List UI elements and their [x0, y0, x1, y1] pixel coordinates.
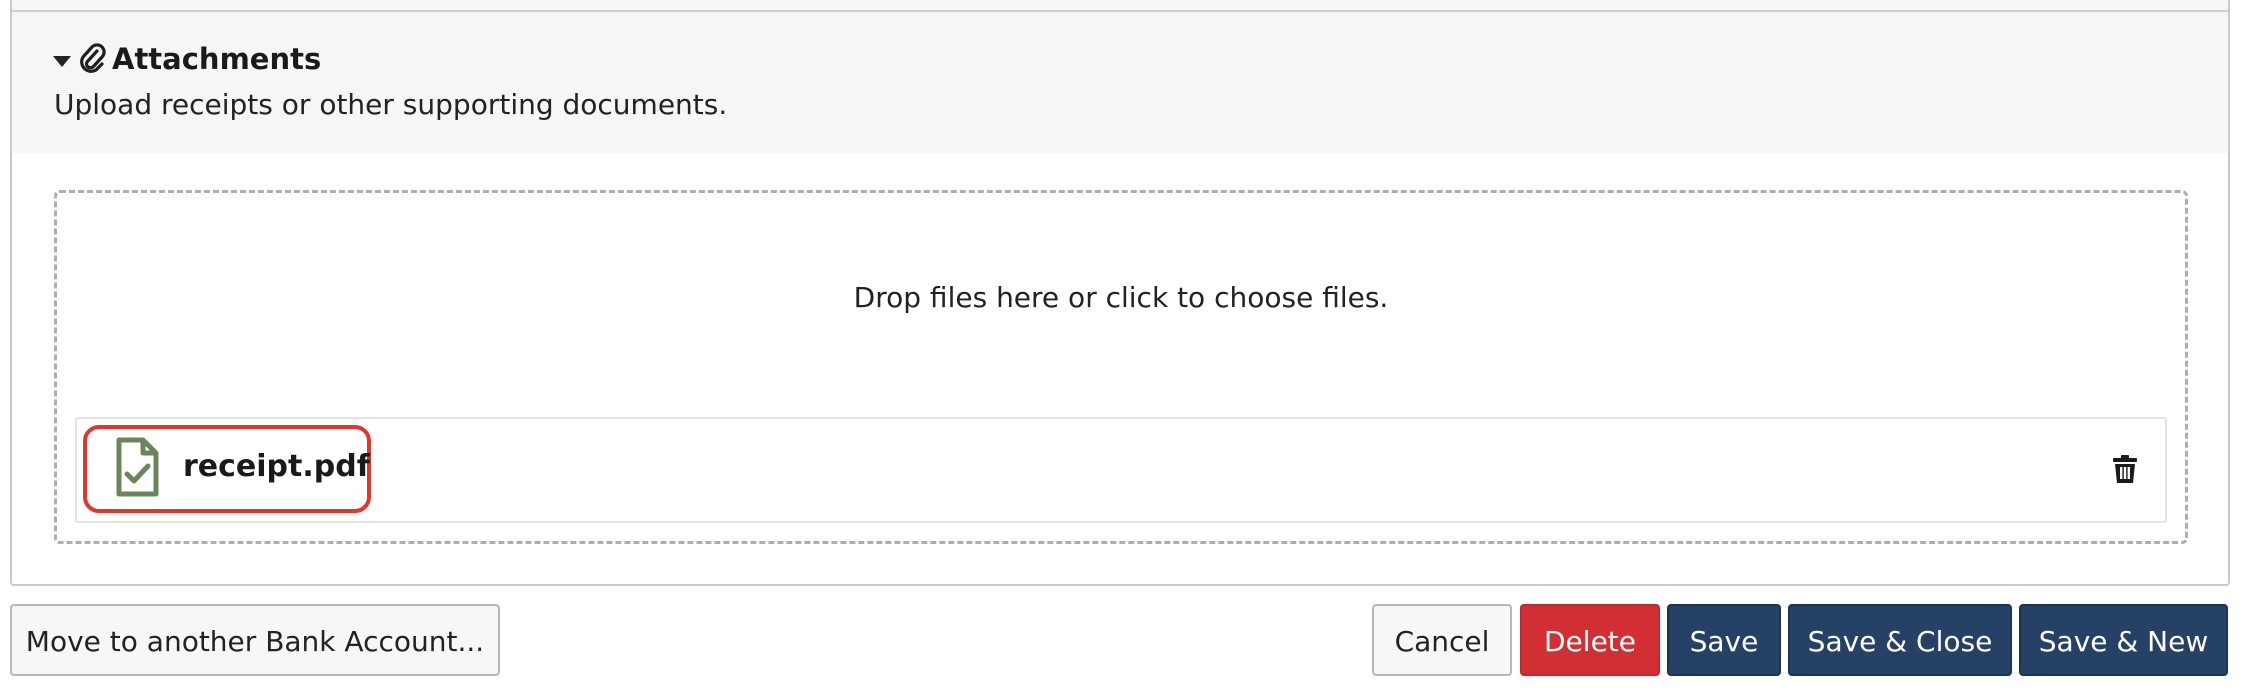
dropzone-text: Drop files here or click to choose files…	[853, 281, 1389, 314]
save-button[interactable]: Save	[1667, 604, 1781, 676]
move-bank-account-button[interactable]: Move to another Bank Account...	[10, 604, 500, 676]
file-dropzone[interactable]: Drop files here or click to choose files…	[54, 190, 2188, 544]
save-new-button[interactable]: Save & New	[2019, 604, 2228, 676]
file-check-icon	[116, 437, 159, 497]
file-name[interactable]: receipt.pdf	[183, 449, 370, 485]
attachments-description: Upload receipts or other supporting docu…	[54, 88, 728, 121]
section-divider	[12, 10, 2228, 12]
save-close-button[interactable]: Save & Close	[1788, 604, 2012, 676]
delete-button[interactable]: Delete	[1520, 604, 1660, 676]
attachment-file-row: receipt.pdf	[75, 417, 2167, 523]
attachments-header[interactable]: Attachments Upload receipts or other sup…	[12, 0, 2228, 153]
cancel-button[interactable]: Cancel	[1372, 604, 1512, 676]
paperclip-icon	[80, 43, 106, 73]
attachments-title: Attachments	[112, 42, 322, 76]
trash-icon[interactable]	[2113, 455, 2137, 483]
caret-down-icon[interactable]	[53, 56, 71, 67]
attachments-panel: Attachments Upload receipts or other sup…	[10, 0, 2230, 586]
